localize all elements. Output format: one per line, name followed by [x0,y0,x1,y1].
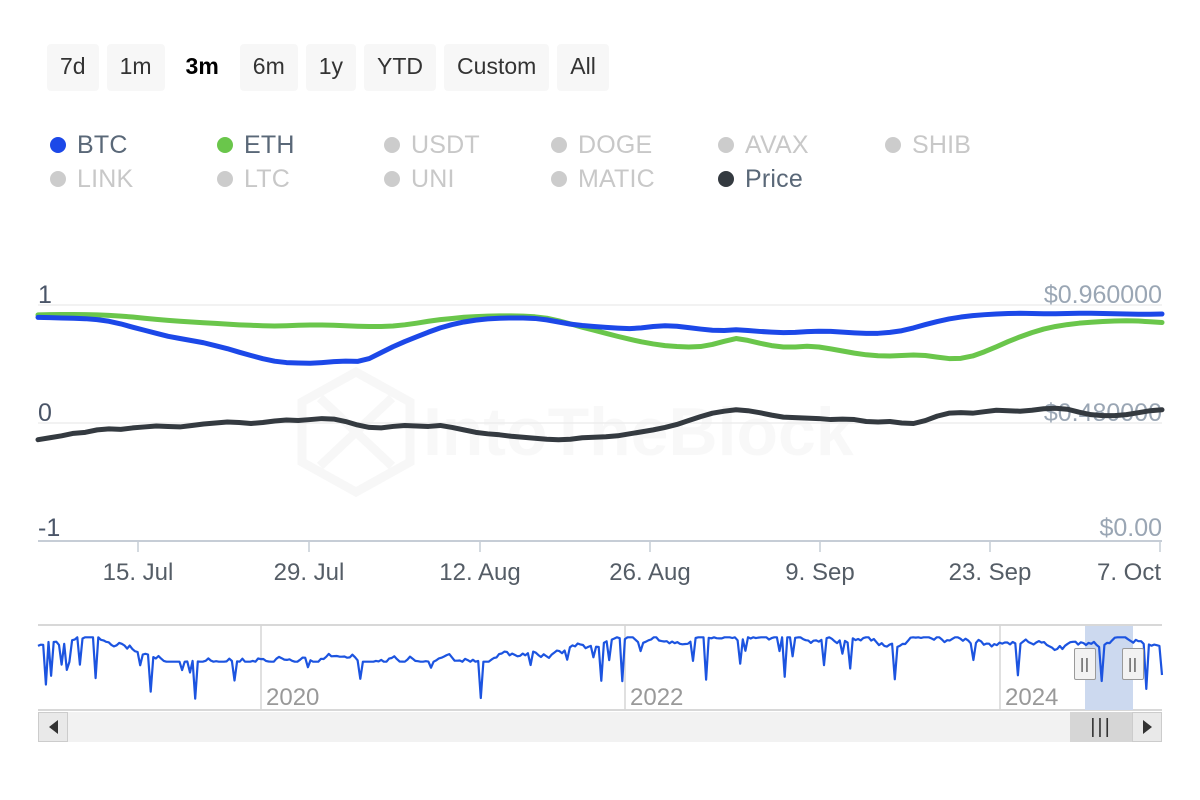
navigator-handle-left[interactable]: || [1074,648,1096,680]
navigator-year-2022: 2022 [630,684,683,711]
navigator[interactable]: 2020 2022 2024 [0,0,1200,720]
navigator-handle-right[interactable]: || [1122,648,1144,680]
scrollbar-left-arrow-button[interactable] [38,712,68,742]
scrollbar-thumb[interactable]: ||| [1070,712,1132,742]
scrollbar-track[interactable] [38,712,1162,742]
navigator-year-2024: 2024 [1005,684,1058,711]
navigator-year-2020: 2020 [266,684,319,711]
chart-widget: 7d 1m 3m 6m 1y YTD Custom All BTC ETH US… [0,0,1200,800]
navigator-handle-right-grip: || [1128,655,1138,673]
scrollbar[interactable]: ||| [38,712,1162,742]
scrollbar-right-arrow-button[interactable] [1132,712,1162,742]
navigator-handle-left-grip: || [1080,655,1090,673]
left-arrow-icon [48,720,58,734]
navigator-series-line [37,636,1164,700]
scrollbar-thumb-grip: ||| [1090,716,1112,738]
right-arrow-icon [1142,720,1152,734]
